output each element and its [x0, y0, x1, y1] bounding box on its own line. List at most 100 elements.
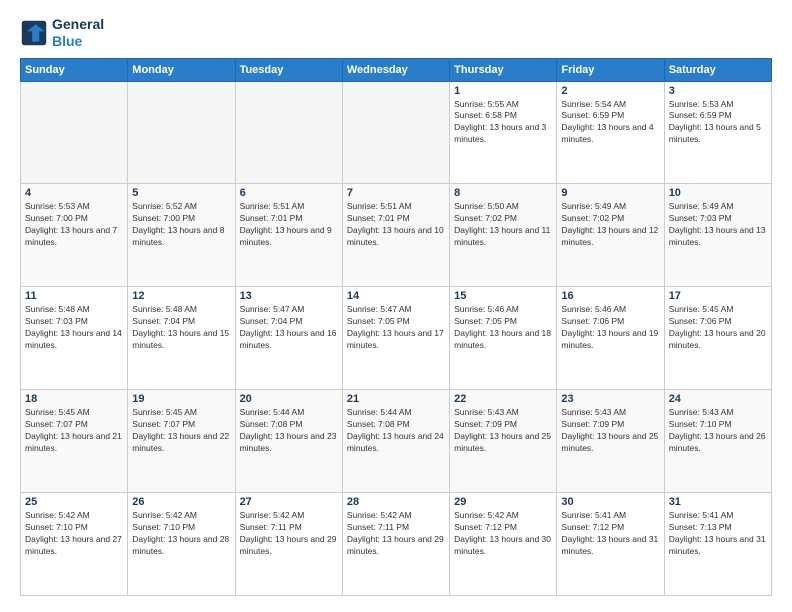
week-row-4: 18 Sunrise: 5:45 AM Sunset: 7:07 PM Dayl…	[21, 390, 772, 493]
empty-cell	[21, 81, 128, 184]
day-cell-7: 7 Sunrise: 5:51 AM Sunset: 7:01 PM Dayli…	[342, 184, 449, 287]
day-cell-29: 29 Sunrise: 5:42 AM Sunset: 7:12 PM Dayl…	[450, 493, 557, 596]
day-info: Sunrise: 5:54 AM Sunset: 6:59 PM Dayligh…	[561, 99, 659, 147]
week-row-5: 25 Sunrise: 5:42 AM Sunset: 7:10 PM Dayl…	[21, 493, 772, 596]
empty-cell	[235, 81, 342, 184]
weekday-header-sunday: Sunday	[21, 58, 128, 81]
weekday-header-row: SundayMondayTuesdayWednesdayThursdayFrid…	[21, 58, 772, 81]
day-info: Sunrise: 5:47 AM Sunset: 7:04 PM Dayligh…	[240, 304, 338, 352]
day-cell-26: 26 Sunrise: 5:42 AM Sunset: 7:10 PM Dayl…	[128, 493, 235, 596]
day-info: Sunrise: 5:53 AM Sunset: 6:59 PM Dayligh…	[669, 99, 767, 147]
week-row-3: 11 Sunrise: 5:48 AM Sunset: 7:03 PM Dayl…	[21, 287, 772, 390]
day-number: 4	[25, 187, 123, 199]
day-info: Sunrise: 5:53 AM Sunset: 7:00 PM Dayligh…	[25, 201, 123, 249]
day-cell-5: 5 Sunrise: 5:52 AM Sunset: 7:00 PM Dayli…	[128, 184, 235, 287]
day-info: Sunrise: 5:43 AM Sunset: 7:09 PM Dayligh…	[561, 407, 659, 455]
day-info: Sunrise: 5:42 AM Sunset: 7:10 PM Dayligh…	[25, 510, 123, 558]
day-cell-27: 27 Sunrise: 5:42 AM Sunset: 7:11 PM Dayl…	[235, 493, 342, 596]
week-row-1: 1 Sunrise: 5:55 AM Sunset: 6:58 PM Dayli…	[21, 81, 772, 184]
day-number: 12	[132, 290, 230, 302]
day-cell-19: 19 Sunrise: 5:45 AM Sunset: 7:07 PM Dayl…	[128, 390, 235, 493]
day-number: 16	[561, 290, 659, 302]
day-number: 20	[240, 393, 338, 405]
day-number: 24	[669, 393, 767, 405]
day-number: 26	[132, 496, 230, 508]
day-cell-23: 23 Sunrise: 5:43 AM Sunset: 7:09 PM Dayl…	[557, 390, 664, 493]
day-number: 14	[347, 290, 445, 302]
empty-cell	[342, 81, 449, 184]
day-cell-14: 14 Sunrise: 5:47 AM Sunset: 7:05 PM Dayl…	[342, 287, 449, 390]
weekday-header-tuesday: Tuesday	[235, 58, 342, 81]
day-number: 15	[454, 290, 552, 302]
day-cell-21: 21 Sunrise: 5:44 AM Sunset: 7:08 PM Dayl…	[342, 390, 449, 493]
day-number: 19	[132, 393, 230, 405]
day-cell-12: 12 Sunrise: 5:48 AM Sunset: 7:04 PM Dayl…	[128, 287, 235, 390]
day-info: Sunrise: 5:42 AM Sunset: 7:12 PM Dayligh…	[454, 510, 552, 558]
day-cell-30: 30 Sunrise: 5:41 AM Sunset: 7:12 PM Dayl…	[557, 493, 664, 596]
day-info: Sunrise: 5:55 AM Sunset: 6:58 PM Dayligh…	[454, 99, 552, 147]
day-info: Sunrise: 5:46 AM Sunset: 7:05 PM Dayligh…	[454, 304, 552, 352]
day-number: 22	[454, 393, 552, 405]
weekday-header-thursday: Thursday	[450, 58, 557, 81]
day-number: 23	[561, 393, 659, 405]
day-info: Sunrise: 5:42 AM Sunset: 7:11 PM Dayligh…	[240, 510, 338, 558]
day-cell-6: 6 Sunrise: 5:51 AM Sunset: 7:01 PM Dayli…	[235, 184, 342, 287]
weekday-header-friday: Friday	[557, 58, 664, 81]
day-number: 1	[454, 85, 552, 97]
day-info: Sunrise: 5:43 AM Sunset: 7:10 PM Dayligh…	[669, 407, 767, 455]
day-info: Sunrise: 5:41 AM Sunset: 7:12 PM Dayligh…	[561, 510, 659, 558]
logo-text: General Blue	[52, 16, 104, 50]
day-number: 6	[240, 187, 338, 199]
empty-cell	[128, 81, 235, 184]
day-number: 2	[561, 85, 659, 97]
day-number: 5	[132, 187, 230, 199]
day-info: Sunrise: 5:41 AM Sunset: 7:13 PM Dayligh…	[669, 510, 767, 558]
day-cell-16: 16 Sunrise: 5:46 AM Sunset: 7:06 PM Dayl…	[557, 287, 664, 390]
day-info: Sunrise: 5:48 AM Sunset: 7:04 PM Dayligh…	[132, 304, 230, 352]
weekday-header-monday: Monday	[128, 58, 235, 81]
day-number: 21	[347, 393, 445, 405]
day-number: 28	[347, 496, 445, 508]
day-cell-9: 9 Sunrise: 5:49 AM Sunset: 7:02 PM Dayli…	[557, 184, 664, 287]
day-info: Sunrise: 5:42 AM Sunset: 7:10 PM Dayligh…	[132, 510, 230, 558]
day-info: Sunrise: 5:49 AM Sunset: 7:02 PM Dayligh…	[561, 201, 659, 249]
day-cell-4: 4 Sunrise: 5:53 AM Sunset: 7:00 PM Dayli…	[21, 184, 128, 287]
day-cell-11: 11 Sunrise: 5:48 AM Sunset: 7:03 PM Dayl…	[21, 287, 128, 390]
day-info: Sunrise: 5:51 AM Sunset: 7:01 PM Dayligh…	[347, 201, 445, 249]
calendar-table: SundayMondayTuesdayWednesdayThursdayFrid…	[20, 58, 772, 596]
day-cell-10: 10 Sunrise: 5:49 AM Sunset: 7:03 PM Dayl…	[664, 184, 771, 287]
day-info: Sunrise: 5:45 AM Sunset: 7:06 PM Dayligh…	[669, 304, 767, 352]
day-info: Sunrise: 5:48 AM Sunset: 7:03 PM Dayligh…	[25, 304, 123, 352]
day-number: 30	[561, 496, 659, 508]
day-info: Sunrise: 5:45 AM Sunset: 7:07 PM Dayligh…	[132, 407, 230, 455]
day-cell-22: 22 Sunrise: 5:43 AM Sunset: 7:09 PM Dayl…	[450, 390, 557, 493]
day-number: 31	[669, 496, 767, 508]
day-number: 10	[669, 187, 767, 199]
day-cell-8: 8 Sunrise: 5:50 AM Sunset: 7:02 PM Dayli…	[450, 184, 557, 287]
day-cell-2: 2 Sunrise: 5:54 AM Sunset: 6:59 PM Dayli…	[557, 81, 664, 184]
day-cell-13: 13 Sunrise: 5:47 AM Sunset: 7:04 PM Dayl…	[235, 287, 342, 390]
day-info: Sunrise: 5:49 AM Sunset: 7:03 PM Dayligh…	[669, 201, 767, 249]
day-info: Sunrise: 5:46 AM Sunset: 7:06 PM Dayligh…	[561, 304, 659, 352]
day-info: Sunrise: 5:43 AM Sunset: 7:09 PM Dayligh…	[454, 407, 552, 455]
day-cell-20: 20 Sunrise: 5:44 AM Sunset: 7:08 PM Dayl…	[235, 390, 342, 493]
logo-icon	[20, 19, 48, 47]
day-number: 29	[454, 496, 552, 508]
day-number: 18	[25, 393, 123, 405]
day-number: 11	[25, 290, 123, 302]
day-info: Sunrise: 5:52 AM Sunset: 7:00 PM Dayligh…	[132, 201, 230, 249]
page: General Blue SundayMondayTuesdayWednesda…	[0, 0, 792, 612]
day-number: 27	[240, 496, 338, 508]
day-cell-31: 31 Sunrise: 5:41 AM Sunset: 7:13 PM Dayl…	[664, 493, 771, 596]
day-cell-17: 17 Sunrise: 5:45 AM Sunset: 7:06 PM Dayl…	[664, 287, 771, 390]
day-info: Sunrise: 5:50 AM Sunset: 7:02 PM Dayligh…	[454, 201, 552, 249]
day-cell-3: 3 Sunrise: 5:53 AM Sunset: 6:59 PM Dayli…	[664, 81, 771, 184]
day-number: 3	[669, 85, 767, 97]
day-number: 7	[347, 187, 445, 199]
day-cell-18: 18 Sunrise: 5:45 AM Sunset: 7:07 PM Dayl…	[21, 390, 128, 493]
day-info: Sunrise: 5:47 AM Sunset: 7:05 PM Dayligh…	[347, 304, 445, 352]
day-info: Sunrise: 5:44 AM Sunset: 7:08 PM Dayligh…	[240, 407, 338, 455]
day-cell-1: 1 Sunrise: 5:55 AM Sunset: 6:58 PM Dayli…	[450, 81, 557, 184]
header: General Blue	[20, 16, 772, 50]
day-cell-24: 24 Sunrise: 5:43 AM Sunset: 7:10 PM Dayl…	[664, 390, 771, 493]
